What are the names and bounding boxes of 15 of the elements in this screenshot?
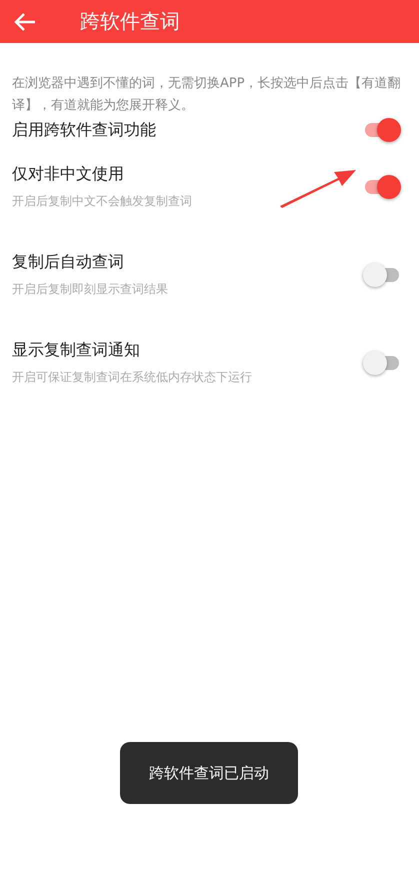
setting-title: 显示复制查词通知	[12, 340, 141, 361]
toast-message: 跨软件查词已启动	[120, 742, 298, 804]
toggle-switch[interactable]	[363, 262, 401, 288]
description-text: 在浏览器中遇到不懂的词，无需切换APP，长按选中后点击【有道翻译】，有道就能为您展开释义。	[12, 75, 402, 115]
toggle-switch[interactable]	[363, 117, 401, 143]
setting-title: 启用跨软件查词功能	[12, 120, 156, 140]
page-title: 跨软件查词	[80, 8, 180, 35]
toggle-switch[interactable]	[363, 174, 401, 200]
back-arrow-icon[interactable]	[14, 12, 36, 32]
setting-subtitle: 开启后复制中文不会触发复制查词	[12, 193, 192, 210]
setting-subtitle: 开启可保证复制查词在系统低内存状态下运行	[12, 369, 252, 386]
setting-title: 复制后自动查词	[12, 252, 125, 273]
setting-title: 仅对非中文使用	[12, 164, 125, 185]
setting-subtitle: 开启后复制即刻显示查词结果	[12, 281, 168, 298]
toggle-switch[interactable]	[363, 350, 401, 376]
